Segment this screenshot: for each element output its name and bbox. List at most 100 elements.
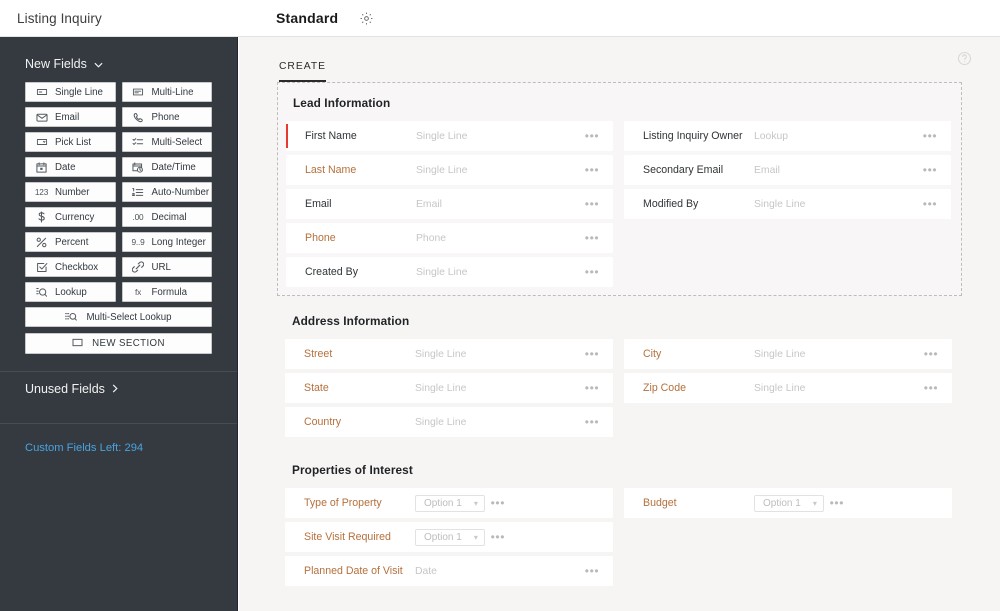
field-row[interactable]: Country Single Line ••• xyxy=(285,407,613,437)
field-value: Date xyxy=(415,565,437,577)
chevron-right-icon xyxy=(112,382,118,396)
row-more-options-button[interactable]: ••• xyxy=(579,197,613,211)
field-row[interactable]: Site Visit Required Option 1 ▾ ••• xyxy=(285,522,613,552)
help-circle-icon[interactable] xyxy=(957,51,972,66)
lookup-magnifier-icon xyxy=(35,286,48,298)
empty-slot xyxy=(624,407,952,437)
field-row[interactable]: Created By Single Line ••• xyxy=(286,257,613,287)
layout-name: Standard xyxy=(276,10,339,26)
field-label: Phone xyxy=(305,232,336,244)
field-label: Last Name xyxy=(305,164,357,176)
field-row[interactable]: Listing Inquiry Owner Lookup ••• xyxy=(624,121,951,151)
row-more-options-button[interactable]: ••• xyxy=(918,347,952,361)
field-row[interactable]: Zip Code Single Line ••• xyxy=(624,373,952,403)
row-more-options-button[interactable]: ••• xyxy=(579,129,613,143)
field-type-long-integer[interactable]: 9..9 Long Integer xyxy=(121,232,212,252)
field-row[interactable]: State Single Line ••• xyxy=(285,373,613,403)
sidebar: New Fields Single Line Multi-Line Email Pho… xyxy=(0,37,238,611)
field-row[interactable]: Modified By Single Line ••• xyxy=(624,189,951,219)
auto-number-icon xyxy=(132,186,145,198)
field-type-date-time[interactable]: Date/Time xyxy=(121,157,212,177)
field-type-multi-line[interactable]: Multi-Line xyxy=(121,82,212,102)
percent-icon xyxy=(35,236,48,248)
field-row[interactable]: Budget Option 1 ▾ ••• xyxy=(624,488,952,518)
field-type-phone[interactable]: Phone xyxy=(121,107,212,127)
row-more-options-button[interactable]: ••• xyxy=(918,381,952,395)
row-more-options-button[interactable]: ••• xyxy=(579,381,613,395)
field-value: Email xyxy=(416,198,442,210)
field-type-percent[interactable]: Percent xyxy=(25,232,116,252)
section-lead-information[interactable]: Lead Information First Name Single Line •••… xyxy=(277,82,962,296)
field-type-email[interactable]: Email xyxy=(25,107,116,127)
row-more-options-button[interactable]: ••• xyxy=(485,496,519,510)
tab-create[interactable]: CREATE xyxy=(279,61,327,82)
field-value-select[interactable]: Option 1 ▾ xyxy=(415,494,485,512)
field-type-currency[interactable]: Currency xyxy=(25,207,116,227)
field-type-palette: Single Line Multi-Line Email Phone Pick List… xyxy=(25,82,212,327)
field-type-label: Percent xyxy=(55,236,89,248)
empty-slot xyxy=(624,556,952,586)
field-type-multi-select[interactable]: Multi-Select xyxy=(121,132,212,152)
field-type-number[interactable]: 123 Number xyxy=(25,182,116,202)
field-type-pick-list[interactable]: Pick List xyxy=(25,132,116,152)
field-row[interactable]: First Name Single Line ••• xyxy=(286,121,613,151)
field-row[interactable]: Planned Date of Visit Date ••• xyxy=(285,556,613,586)
field-value-select[interactable]: Option 1 ▾ xyxy=(754,494,824,512)
field-type-url[interactable]: URL xyxy=(121,257,212,277)
row-more-options-button[interactable]: ••• xyxy=(579,231,613,245)
field-type-label: Multi-Select Lookup xyxy=(86,311,172,323)
row-more-options-button[interactable]: ••• xyxy=(579,564,613,578)
custom-fields-left-link[interactable]: Custom Fields Left: 294 xyxy=(0,442,237,454)
field-label: Secondary Email xyxy=(643,164,724,176)
field-type-label: Formula xyxy=(151,286,188,298)
row-more-options-button[interactable]: ••• xyxy=(917,129,951,143)
section-address-information[interactable]: Address Information Street Single Line ••• S… xyxy=(277,301,962,445)
field-type-checkbox[interactable]: Checkbox xyxy=(25,257,116,277)
field-type-lookup[interactable]: Lookup xyxy=(25,282,116,302)
gear-icon[interactable] xyxy=(356,8,376,28)
field-type-decimal[interactable]: .00 Decimal xyxy=(121,207,212,227)
number-123-icon: 123 xyxy=(34,187,49,197)
sidebar-new-fields-header[interactable]: New Fields xyxy=(0,51,237,76)
field-label: Site Visit Required xyxy=(304,531,391,543)
field-type-label: Phone xyxy=(151,111,180,123)
field-row[interactable]: Last Name Single Line ••• xyxy=(286,155,613,185)
field-type-formula[interactable]: fx Formula xyxy=(121,282,212,302)
field-type-label: Multi-Select xyxy=(151,136,203,148)
row-more-options-button[interactable]: ••• xyxy=(579,347,613,361)
empty-slot xyxy=(624,522,952,552)
section-properties-of-interest[interactable]: Properties of Interest Type of Property Op… xyxy=(277,450,962,594)
multi-select-icon xyxy=(132,136,145,148)
row-more-options-button[interactable]: ••• xyxy=(824,496,858,510)
field-type-auto-number[interactable]: Auto-Number xyxy=(121,182,212,202)
section-title: Properties of Interest xyxy=(292,463,413,477)
field-row[interactable]: Email Email ••• xyxy=(286,189,613,219)
field-type-date[interactable]: Date xyxy=(25,157,116,177)
field-label: Street xyxy=(304,348,333,360)
field-type-single-line[interactable]: Single Line xyxy=(25,82,116,102)
field-row[interactable]: Type of Property Option 1 ▾ ••• xyxy=(285,488,613,518)
row-more-options-button[interactable]: ••• xyxy=(579,415,613,429)
field-type-multi-select-lookup[interactable]: Multi-Select Lookup xyxy=(25,307,212,327)
tab-bar: CREATE xyxy=(239,37,1000,82)
chevron-down-icon: ▾ xyxy=(473,498,478,508)
field-value: Single Line xyxy=(415,348,467,360)
row-more-options-button[interactable]: ••• xyxy=(917,197,951,211)
section-box-icon xyxy=(72,338,83,350)
field-value: Option 1 xyxy=(424,497,462,509)
envelope-icon xyxy=(35,111,48,123)
row-more-options-button[interactable]: ••• xyxy=(917,163,951,177)
field-type-label: Checkbox xyxy=(55,261,99,273)
row-more-options-button[interactable]: ••• xyxy=(579,265,613,279)
new-section-button[interactable]: NEW SECTION xyxy=(25,333,212,354)
sidebar-unused-fields[interactable]: Unused Fields xyxy=(0,372,237,406)
field-value-select[interactable]: Option 1 ▾ xyxy=(415,528,485,546)
row-more-options-button[interactable]: ••• xyxy=(579,163,613,177)
field-row[interactable]: Secondary Email Email ••• xyxy=(624,155,951,185)
required-marker xyxy=(286,124,288,148)
field-row[interactable]: Street Single Line ••• xyxy=(285,339,613,369)
field-row[interactable]: Phone Phone ••• xyxy=(286,223,613,253)
row-more-options-button[interactable]: ••• xyxy=(485,530,519,544)
empty-slot xyxy=(624,223,951,253)
field-row[interactable]: City Single Line ••• xyxy=(624,339,952,369)
